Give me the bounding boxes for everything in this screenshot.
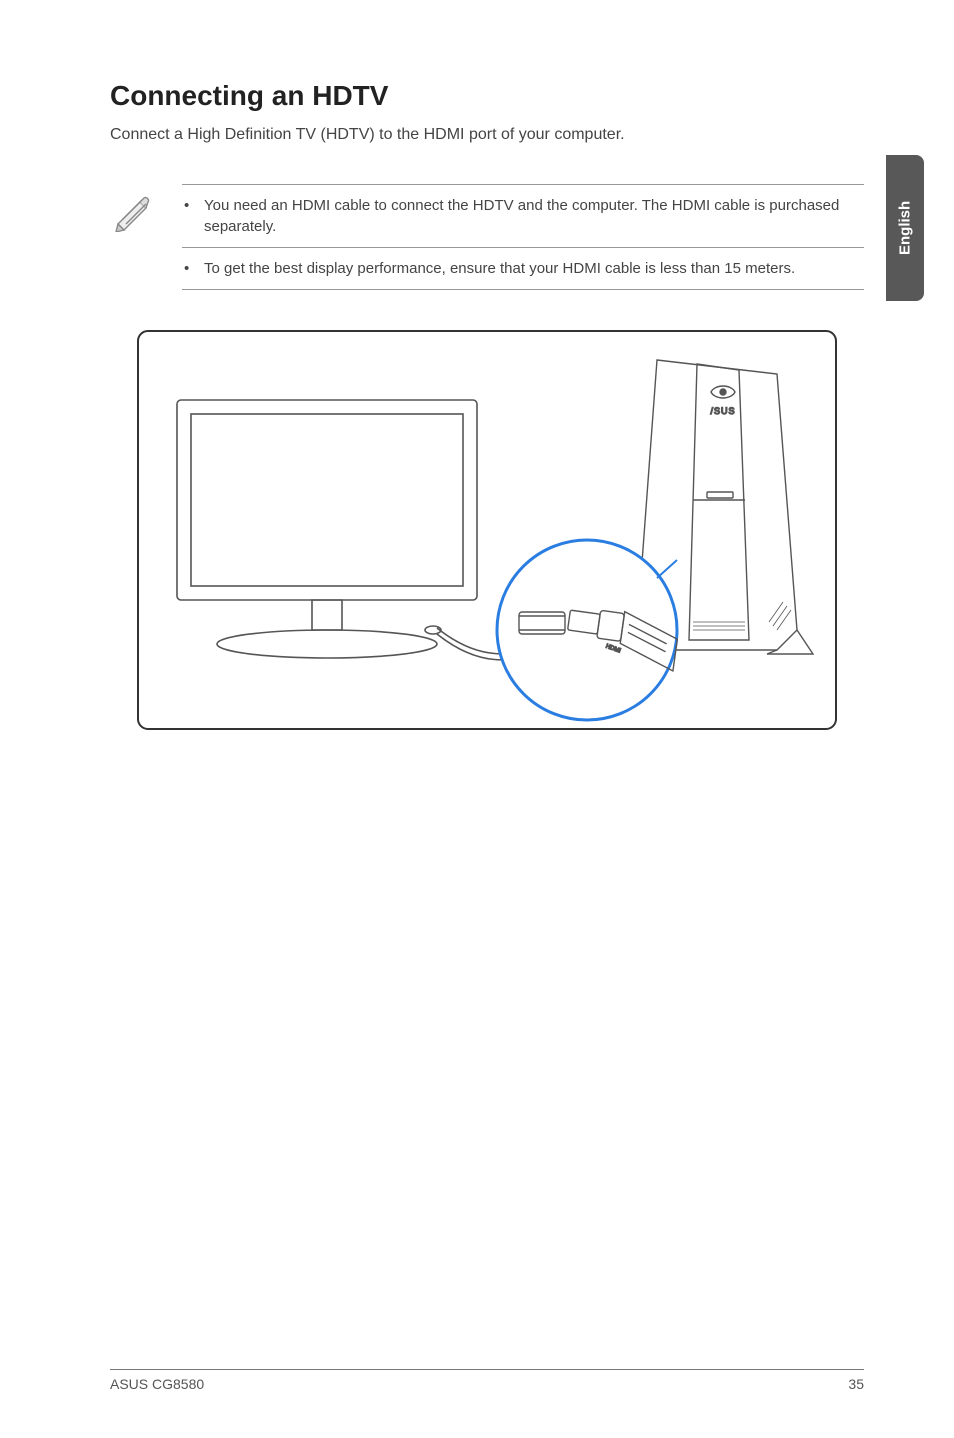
page-content: Connecting an HDTV Connect a High Defini… bbox=[0, 0, 954, 1438]
note-item: • To get the best display performance, e… bbox=[182, 248, 864, 290]
hdmi-connection-illustration: /SUS bbox=[110, 330, 864, 730]
note-items: • You need an HDMI cable to connect the … bbox=[182, 184, 864, 290]
note-block: • You need an HDMI cable to connect the … bbox=[110, 184, 864, 290]
pencil-note-icon bbox=[110, 184, 156, 290]
note-text: To get the best display performance, ens… bbox=[204, 258, 795, 279]
footer-page-number: 35 bbox=[848, 1376, 864, 1392]
page-heading: Connecting an HDTV bbox=[110, 80, 864, 112]
svg-text:/SUS: /SUS bbox=[710, 406, 735, 416]
page-footer: ASUS CG8580 35 bbox=[110, 1369, 864, 1392]
note-item: • You need an HDMI cable to connect the … bbox=[182, 185, 864, 248]
footer-left: ASUS CG8580 bbox=[110, 1376, 204, 1392]
bullet-icon: • bbox=[184, 195, 192, 237]
bullet-icon: • bbox=[184, 258, 192, 279]
intro-text: Connect a High Definition TV (HDTV) to t… bbox=[110, 126, 864, 144]
note-text: You need an HDMI cable to connect the HD… bbox=[204, 195, 858, 237]
